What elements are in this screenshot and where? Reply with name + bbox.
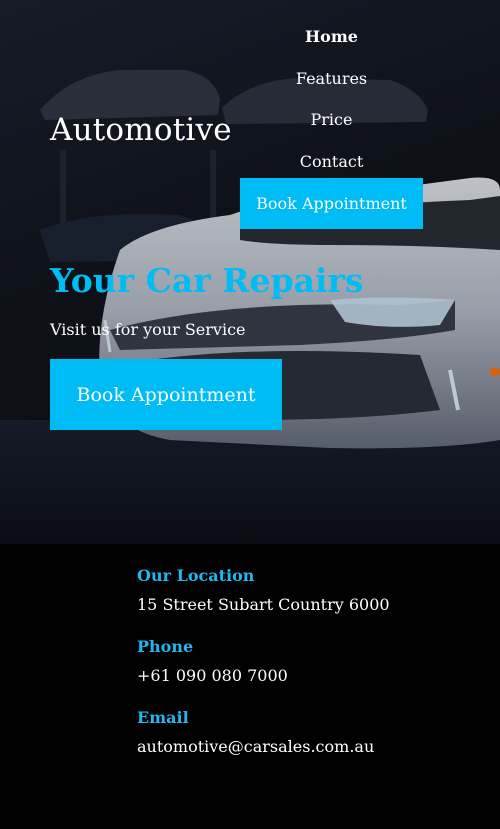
location-block: Our Location 15 Street Subart Country 60…	[137, 566, 397, 615]
location-heading: Our Location	[137, 566, 255, 585]
email-text[interactable]: automotive@carsales.com.au	[137, 737, 397, 757]
email-block: Email automotive@carsales.com.au	[137, 708, 397, 757]
hero-section: Automotive Home Features Price Contact B…	[0, 0, 500, 544]
location-text: 15 Street Subart Country 6000	[137, 595, 390, 614]
hero-headline: Your Car Repairs	[50, 261, 364, 300]
main-nav: Home Features Price Contact	[240, 22, 423, 188]
brand-logo[interactable]: Automotive	[50, 112, 232, 148]
phone-block: Phone +61 090 080 7000	[137, 637, 397, 686]
phone-heading: Phone	[137, 637, 194, 656]
nav-item-home[interactable]: Home	[240, 22, 423, 64]
hero-book-appointment-button[interactable]: Book Appointment	[50, 359, 282, 430]
email-heading: Email	[137, 708, 189, 727]
nav-book-appointment-button[interactable]: Book Appointment	[240, 178, 423, 229]
phone-text[interactable]: +61 090 080 7000	[137, 666, 397, 686]
contact-section: Our Location 15 Street Subart Country 60…	[137, 566, 397, 779]
nav-item-features[interactable]: Features	[240, 64, 423, 106]
hero-tagline: Visit us for your Service	[50, 320, 246, 339]
nav-item-price[interactable]: Price	[240, 105, 423, 147]
